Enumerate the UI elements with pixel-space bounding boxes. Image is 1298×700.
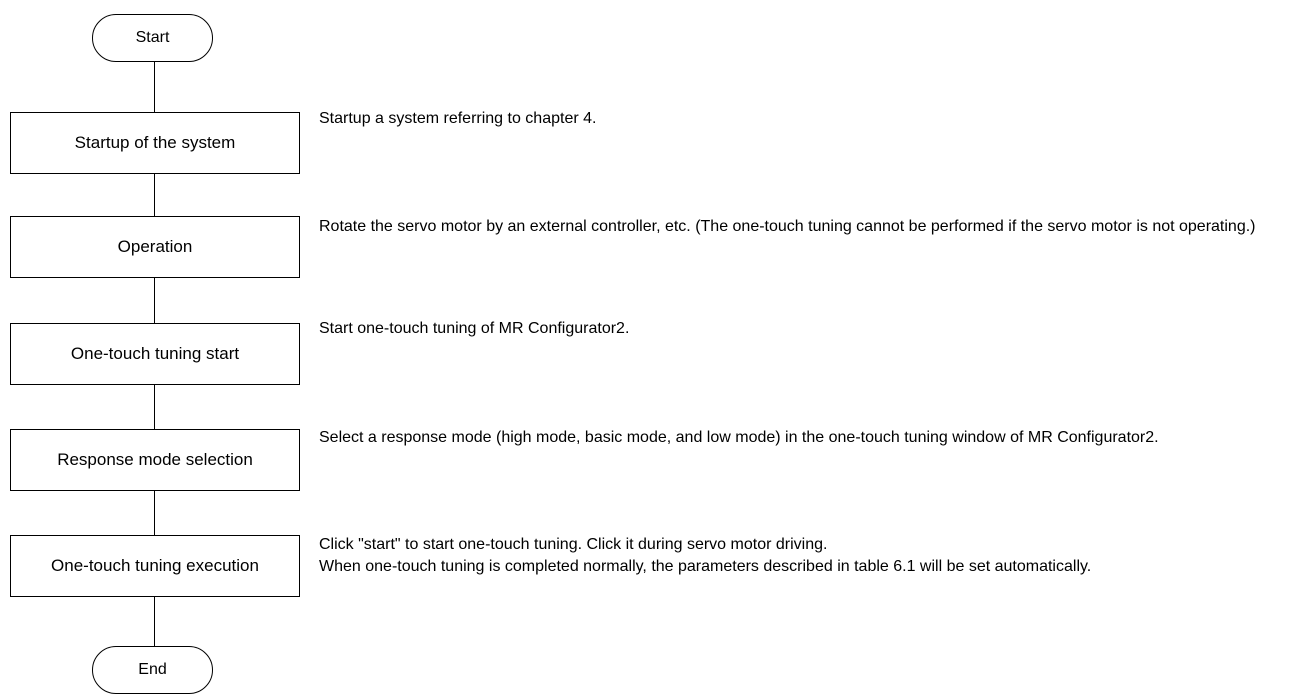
description-line: Rotate the servo motor by an external co… — [319, 218, 1256, 235]
step-description: Start one-touch tuning of MR Configurato… — [319, 318, 1294, 340]
connector-step-5-to-end — [154, 597, 155, 646]
process-label: Operation — [117, 237, 193, 256]
description-line: Startup a system referring to chapter 4. — [319, 110, 597, 127]
process-box-response-mode-selection: Response mode selection — [10, 429, 300, 491]
description-line: Start one-touch tuning of MR Configurato… — [319, 320, 630, 337]
step-description: Click "start" to start one-touch tuning.… — [319, 534, 1294, 578]
connector-step-2-to-step-3 — [154, 278, 155, 323]
step-description: Select a response mode (high mode, basic… — [319, 427, 1294, 449]
description-line: When one-touch tuning is completed norma… — [319, 558, 1092, 575]
process-label: One-touch tuning start — [70, 344, 240, 363]
process-label: Response mode selection — [57, 450, 253, 469]
connector-step-3-to-step-4 — [154, 385, 155, 429]
process-box-operation: Operation — [10, 216, 300, 278]
process-box-one-touch-tuning-start: One-touch tuning start — [10, 323, 300, 385]
process-box-one-touch-tuning-execution: One-touch tuning execution — [10, 535, 300, 597]
connector-start-to-step-1 — [154, 62, 155, 112]
description-line: Click "start" to start one-touch tuning.… — [319, 536, 828, 553]
process-box-startup-of-system: Startup of the system — [10, 112, 300, 174]
start-terminal: Start — [92, 14, 213, 62]
description-line: Select a response mode (high mode, basic… — [319, 429, 1159, 446]
process-label: Startup of the system — [74, 133, 236, 152]
step-description: Startup a system referring to chapter 4. — [319, 108, 1294, 130]
end-label: End — [138, 661, 167, 678]
step-description: Rotate the servo motor by an external co… — [319, 216, 1294, 238]
process-label: One-touch tuning execution — [51, 556, 259, 575]
end-terminal: End — [92, 646, 213, 694]
connector-step-4-to-step-5 — [154, 491, 155, 535]
connector-step-1-to-step-2 — [154, 174, 155, 216]
start-label: Start — [135, 29, 170, 46]
